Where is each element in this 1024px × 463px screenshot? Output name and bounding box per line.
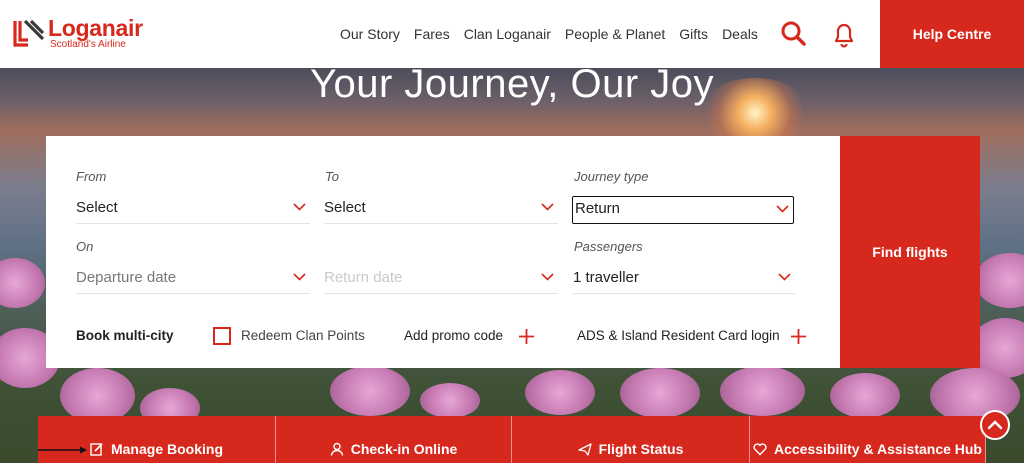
flower-decoration [620,368,700,418]
redeem-clan-points-checkbox[interactable] [213,327,231,345]
site-header: Loganair Scotland's Airline Our Story Fa… [0,0,1024,68]
chevron-down-icon [778,273,791,281]
accessibility-hub-button[interactable]: Accessibility & Assistance Hub [750,416,986,463]
plus-icon[interactable] [518,328,535,345]
person-icon [330,442,343,456]
passengers-select[interactable]: 1 traveller [573,264,795,294]
manage-booking-button[interactable]: Manage Booking [38,416,276,463]
quick-links-bar: Manage Booking Check-in Online Flight St… [38,416,986,463]
chevron-down-icon [541,273,554,281]
to-label: To [325,169,339,184]
passengers-value: 1 traveller [573,269,639,286]
chevron-down-icon [776,205,789,213]
return-date-field[interactable]: Return date [324,264,558,294]
chevron-down-icon [293,273,306,281]
edit-icon [90,442,103,456]
chevron-down-icon [293,203,306,211]
departure-date-field[interactable]: Departure date [76,264,310,294]
plane-icon [577,442,592,456]
manage-booking-label: Manage Booking [110,440,223,457]
loganair-logo[interactable]: Loganair Scotland's Airline [12,17,143,51]
nav-our-story[interactable]: Our Story [340,26,400,42]
to-select[interactable]: Select [324,194,558,224]
add-promo-code-link[interactable]: Add promo code [404,328,503,344]
nav-gifts[interactable]: Gifts [679,26,708,42]
flower-decoration [720,366,805,416]
flower-decoration [0,258,45,308]
departure-date-placeholder: Departure date [76,269,177,286]
flower-decoration [60,368,135,423]
heart-icon [753,442,767,455]
bell-icon[interactable] [831,20,857,48]
scroll-to-top-button[interactable] [980,410,1010,440]
from-select[interactable]: Select [76,194,310,224]
chevron-up-icon [987,420,1003,430]
ads-resident-card-login-link[interactable]: ADS & Island Resident Card login [577,328,780,344]
help-centre-button[interactable]: Help Centre [880,0,1024,68]
accessibility-hub-label: Accessibility & Assistance Hub [773,440,982,457]
flower-decoration [525,370,595,415]
from-label: From [76,169,107,184]
journey-type-value: Return [575,200,621,217]
return-date-placeholder: Return date [324,269,403,286]
book-multi-city-link[interactable]: Book multi-city [76,328,174,344]
flight-status-label: Flight Status [598,440,684,457]
search-icon[interactable] [780,20,806,48]
nav-fares[interactable]: Fares [414,26,450,42]
from-value: Select [76,199,118,216]
nav-clan-loganair[interactable]: Clan Loganair [464,26,551,42]
flower-decoration [420,383,480,418]
nav-people-planet[interactable]: People & Planet [565,26,665,42]
find-flights-button[interactable]: Find flights [840,136,980,368]
nav-deals[interactable]: Deals [722,26,758,42]
on-label: On [76,239,94,254]
flower-decoration [975,253,1024,308]
flower-decoration [830,373,900,418]
plus-icon[interactable] [790,328,807,345]
logo-mark-icon [13,19,45,47]
to-value: Select [324,199,366,216]
chevron-down-icon [541,203,554,211]
check-in-online-button[interactable]: Check-in Online [276,416,512,463]
check-in-online-label: Check-in Online [350,440,458,457]
logo-name: Loganair [48,15,143,41]
pointer-arrow-icon [38,446,87,454]
hero-title: Your Journey, Our Joy [309,68,715,106]
flower-decoration [330,366,410,416]
flight-status-button[interactable]: Flight Status [512,416,750,463]
passengers-label: Passengers [574,239,643,254]
redeem-clan-points-label[interactable]: Redeem Clan Points [241,328,365,344]
journey-type-select[interactable]: Return [572,196,794,224]
main-nav: Our Story Fares Clan Loganair People & P… [340,26,772,42]
journey-type-label: Journey type [574,169,649,184]
